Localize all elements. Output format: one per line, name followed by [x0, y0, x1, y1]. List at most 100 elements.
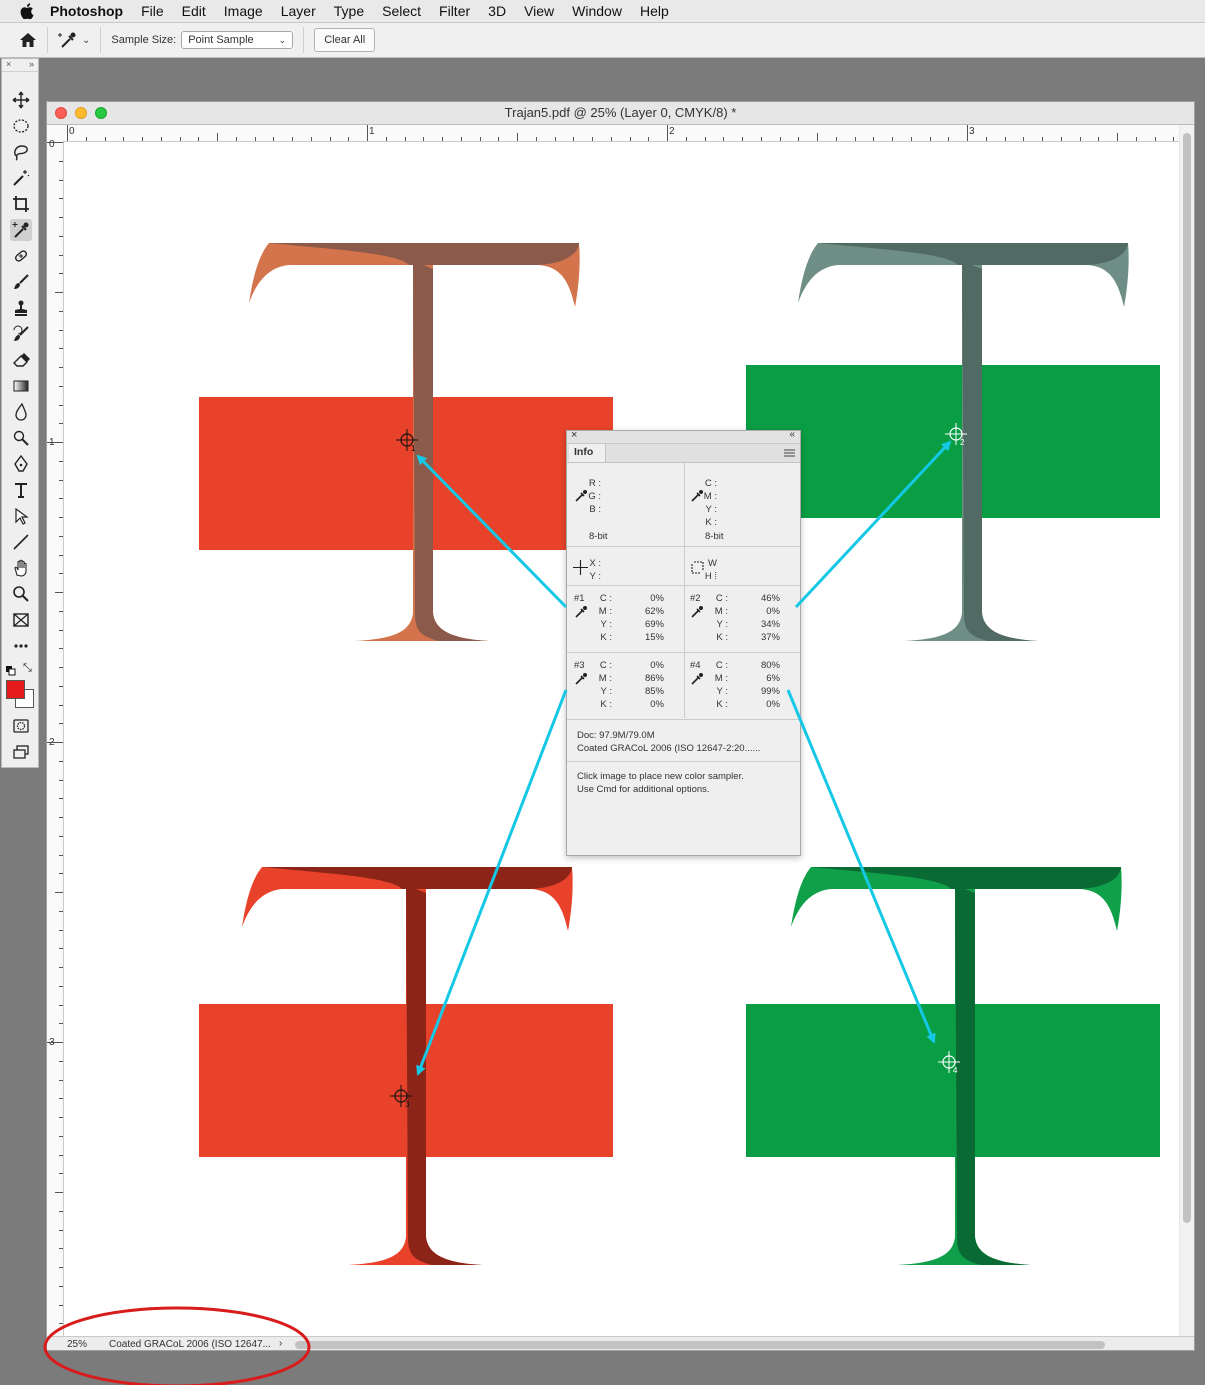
info-panel-header: × «: [567, 429, 800, 444]
options-separator: [100, 27, 102, 53]
ruler-h-label-2: 2: [669, 126, 675, 137]
screen-mode-icon[interactable]: [10, 741, 32, 763]
sample-size-select[interactable]: Point Sample ⌄: [181, 31, 294, 49]
menu-select[interactable]: Select: [373, 3, 430, 19]
dodge-icon[interactable]: [10, 427, 32, 449]
document-profile-status[interactable]: Coated GRACoL 2006 (ISO 12647...: [109, 1339, 271, 1350]
menu-help[interactable]: Help: [631, 3, 678, 19]
sampler-3-id: #3: [574, 660, 585, 671]
color-sampler-tool-icon[interactable]: [10, 219, 32, 241]
sampler-4-value-c: 80%: [760, 660, 780, 671]
menu-view[interactable]: View: [515, 3, 563, 19]
close-icon[interactable]: ×: [6, 59, 11, 71]
eyedropper-icon[interactable]: [691, 605, 704, 618]
clear-all-button[interactable]: Clear All: [314, 28, 376, 52]
vertical-scroll-thumb[interactable]: [1183, 133, 1191, 1223]
doc-size: Doc: 97.9M/79.0M: [577, 730, 655, 741]
sampler-1-value-c: 0%: [650, 593, 664, 604]
panel-divider: [567, 585, 800, 586]
magic-wand-icon[interactable]: [10, 167, 32, 189]
menu-type[interactable]: Type: [325, 3, 373, 19]
sampler-4-id: #4: [690, 660, 701, 671]
history-brush-icon[interactable]: [10, 323, 32, 345]
sampler-4-value-y: 99%: [760, 686, 780, 697]
menu-image[interactable]: Image: [215, 3, 272, 19]
info-panel-tabs: Info: [567, 444, 800, 463]
tab-info[interactable]: Info: [569, 444, 606, 462]
vertical-scrollbar[interactable]: [1180, 125, 1194, 1336]
sampler-4-value-m: 6%: [766, 673, 780, 684]
horizontal-ruler-ticks: [67, 125, 1174, 141]
panel-divider: [567, 652, 800, 653]
minimize-window-button[interactable]: [75, 107, 87, 119]
sampler-1-value-k: 15%: [644, 632, 664, 643]
eyedropper-icon[interactable]: [575, 605, 588, 618]
eraser-icon[interactable]: [10, 349, 32, 371]
cmyk-label-m: M :: [703, 491, 717, 502]
menu-window[interactable]: Window: [563, 3, 631, 19]
lasso-icon[interactable]: [10, 141, 32, 163]
hand-icon[interactable]: [10, 557, 32, 579]
gradient-icon[interactable]: [10, 375, 32, 397]
type-icon[interactable]: [10, 479, 32, 501]
x-label: X :: [589, 558, 601, 569]
sampler-4-value-k: 0%: [766, 699, 780, 710]
zoom-window-button[interactable]: [95, 107, 107, 119]
hint-line-2: Use Cmd for additional options.: [577, 784, 710, 795]
brush-icon[interactable]: [10, 271, 32, 293]
panel-menu-icon[interactable]: [784, 449, 795, 457]
sampler-1-value-y: 69%: [644, 619, 664, 630]
expand-icon[interactable]: »: [29, 59, 34, 71]
ruler-h-label-3: 3: [969, 126, 975, 137]
horizontal-ruler[interactable]: 0 1 2 3: [64, 125, 1179, 142]
zoom-level[interactable]: 25%: [67, 1339, 87, 1350]
status-menu-arrow[interactable]: ›: [279, 1338, 282, 1349]
quick-mask-icon[interactable]: [10, 715, 32, 737]
green-rectangle-bottom: [746, 1004, 1160, 1157]
menu-app-photoshop[interactable]: Photoshop: [48, 3, 132, 19]
sampler-1-label-k: K :: [600, 632, 612, 643]
healing-brush-icon[interactable]: [10, 245, 32, 267]
foreground-color-swatch[interactable]: [6, 680, 25, 699]
options-separator: [303, 27, 305, 53]
default-colors-icon[interactable]: [6, 663, 16, 676]
move-tool-icon[interactable]: [10, 89, 32, 111]
blur-icon[interactable]: [10, 401, 32, 423]
crop-icon[interactable]: [10, 193, 32, 215]
zoom-icon[interactable]: [10, 583, 32, 605]
more-tools-icon[interactable]: [10, 635, 32, 657]
horizontal-scroll-thumb[interactable]: [295, 1341, 1105, 1349]
menu-filter[interactable]: Filter: [430, 3, 479, 19]
menu-layer[interactable]: Layer: [272, 3, 325, 19]
eyedropper-icon[interactable]: [691, 672, 704, 685]
sampler-2-id: #2: [690, 593, 701, 604]
line-icon[interactable]: [10, 531, 32, 553]
crosshair-icon: [573, 560, 588, 575]
tool-preset-picker[interactable]: ⌄: [58, 30, 90, 50]
menu-file[interactable]: File: [132, 3, 173, 19]
vertical-ruler[interactable]: 0 1 2 3: [47, 139, 64, 1336]
sampler-4-label-c: C :: [715, 660, 728, 671]
swap-colors-icon[interactable]: ⤡: [23, 662, 32, 675]
close-panel-icon[interactable]: ×: [571, 429, 577, 441]
toolbox-header: × »: [2, 59, 38, 72]
frame-icon[interactable]: [10, 609, 32, 631]
ruler-v-label-3: 3: [49, 1037, 55, 1048]
sampler-1-id: #1: [574, 593, 585, 604]
sample-size-label: Sample Size:: [111, 34, 177, 46]
color-sampler-icon: [58, 32, 76, 48]
menu-edit[interactable]: Edit: [173, 3, 215, 19]
collapse-panel-icon[interactable]: «: [789, 429, 795, 440]
eyedropper-icon[interactable]: [575, 672, 588, 685]
apple-icon[interactable]: [20, 3, 34, 19]
path-selection-icon[interactable]: [10, 505, 32, 527]
clone-stamp-icon[interactable]: [10, 297, 32, 319]
menu-3d[interactable]: 3D: [479, 3, 515, 19]
home-icon[interactable]: [19, 31, 37, 49]
close-window-button[interactable]: [55, 107, 67, 119]
pen-icon[interactable]: [10, 453, 32, 475]
elliptical-marquee-icon[interactable]: [10, 115, 32, 137]
chevron-down-icon: ⌄: [278, 34, 287, 45]
cmyk-label-k: K :: [705, 517, 717, 528]
rgb-label-r: R :: [588, 478, 601, 489]
